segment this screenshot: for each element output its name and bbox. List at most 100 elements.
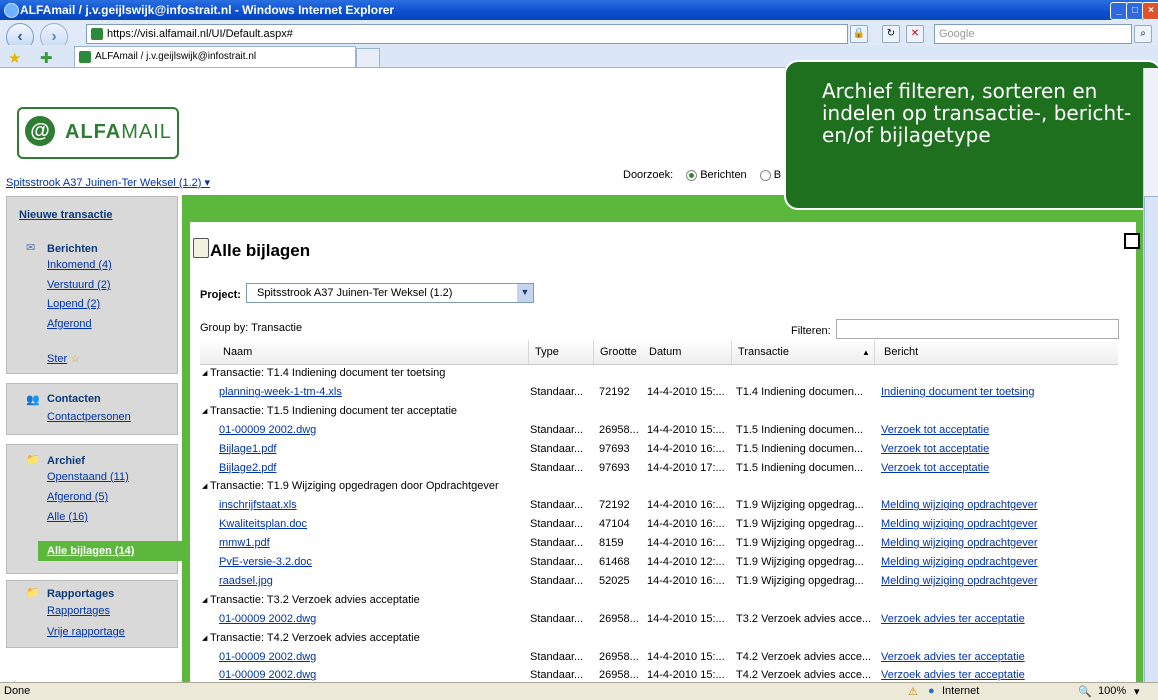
- add-favorite-icon[interactable]: ✚: [40, 49, 53, 67]
- sidebar-item-verstuurd[interactable]: Verstuurd (2): [47, 279, 111, 291]
- table-row[interactable]: Kwaliteitsplan.doc Standaar... 47104 14-4-2…: [200, 515, 1118, 534]
- collapse-icon[interactable]: ◢: [202, 369, 207, 377]
- cell-transactie: T1.5 Indiening documen...: [736, 461, 864, 474]
- cell-datum: 14-4-2010 17:...: [647, 461, 725, 474]
- cell-bericht[interactable]: Verzoek advies ter acceptatie: [881, 669, 1025, 681]
- filter-input[interactable]: [836, 319, 1119, 339]
- cell-bericht[interactable]: Verzoek advies ter acceptatie: [881, 613, 1025, 625]
- popout-icon[interactable]: [1124, 233, 1140, 249]
- cell-naam[interactable]: planning-week-1-tm-4.xls: [219, 386, 342, 398]
- zone-text: Internet: [942, 685, 980, 697]
- cell-type: Standaar...: [530, 423, 584, 436]
- cell-grootte: 97693: [599, 442, 630, 455]
- favorites-star-icon[interactable]: ★: [8, 49, 21, 67]
- search-icon[interactable]: ⌕: [1134, 25, 1152, 43]
- cell-naam[interactable]: raadsel.jpg: [219, 575, 273, 587]
- group-row[interactable]: ◢ Transactie: T1.5 Indiening document te…: [200, 402, 1118, 421]
- cell-naam[interactable]: 01-00009 2002.dwg: [219, 651, 316, 663]
- sidebar-item-alle[interactable]: Alle (16): [47, 511, 88, 523]
- table-row[interactable]: PvE-versie-3.2.doc Standaar... 61468 14-4-2…: [200, 553, 1118, 572]
- cell-bericht[interactable]: Verzoek tot acceptatie: [881, 462, 989, 474]
- chevron-down-icon[interactable]: ▼: [517, 284, 533, 302]
- sidebar-item-vrije-rapportage[interactable]: Vrije rapportage: [47, 626, 125, 638]
- cell-naam[interactable]: 01-00009 2002.dwg: [219, 669, 316, 681]
- collapse-icon[interactable]: ◢: [202, 407, 207, 415]
- group-row[interactable]: ◢ Transactie: T4.2 Verzoek advies accept…: [200, 629, 1118, 648]
- col-datum[interactable]: Datum: [649, 346, 681, 358]
- group-label: Transactie: T1.4 Indiening document ter …: [210, 367, 446, 379]
- table-row[interactable]: inschrijfstaat.xls Standaar... 72192 14-4-2…: [200, 496, 1118, 515]
- cell-bericht[interactable]: Verzoek advies ter acceptatie: [881, 651, 1025, 663]
- table-row[interactable]: raadsel.jpg Standaar... 52025 14-4-2010 16:…: [200, 572, 1118, 591]
- collapse-icon[interactable]: ◢: [202, 482, 207, 490]
- cell-naam[interactable]: Bijlage1.pdf: [219, 443, 277, 455]
- radio-option-b[interactable]: [759, 169, 771, 181]
- sidebar-item-afgerond[interactable]: Afgerond: [47, 318, 92, 330]
- cell-datum: 14-4-2010 15:...: [647, 669, 725, 682]
- table-row[interactable]: mmw1.pdf Standaar... 8159 14-4-2010 16:... T…: [200, 534, 1118, 553]
- cell-bericht[interactable]: Melding wijziging opdrachtgever: [881, 575, 1038, 587]
- cell-bericht[interactable]: Verzoek tot acceptatie: [881, 443, 989, 455]
- collapse-icon[interactable]: ◢: [202, 596, 207, 604]
- project-selector[interactable]: Spitsstrook A37 Juinen-Ter Weksel (1.2) …: [6, 176, 210, 189]
- sidebar-item-alle-bijlagen-label[interactable]: Alle bijlagen (14): [47, 545, 134, 557]
- sidebar-item-contactpersonen[interactable]: Contactpersonen: [47, 411, 131, 423]
- stop-icon[interactable]: ✕: [906, 25, 924, 43]
- sidebar-item-inkomend[interactable]: Inkomend (4): [47, 259, 112, 271]
- cell-grootte: 72192: [599, 385, 630, 398]
- browser-search-input[interactable]: Google: [934, 24, 1132, 44]
- col-transactie[interactable]: Transactie: [738, 346, 789, 358]
- sidebar-item-rapportages[interactable]: Rapportages: [47, 605, 110, 617]
- cell-bericht[interactable]: Indiening document ter toetsing: [881, 386, 1035, 398]
- table-row[interactable]: 01-00009 2002.dwg Standaar... 26958... 14-4…: [200, 421, 1118, 440]
- cell-naam[interactable]: 01-00009 2002.dwg: [219, 613, 316, 625]
- cell-naam[interactable]: 01-00009 2002.dwg: [219, 424, 316, 436]
- group-row[interactable]: ◢ Transactie: T1.9 Wijziging opgedragen …: [200, 477, 1118, 496]
- folder-icon: 📁: [26, 454, 40, 466]
- cell-naam[interactable]: PvE-versie-3.2.doc: [219, 556, 312, 568]
- group-row[interactable]: ◢ Transactie: T3.2 Verzoek advies accept…: [200, 591, 1118, 610]
- cell-naam[interactable]: Bijlage2.pdf: [219, 462, 277, 474]
- sidebar-item-ster[interactable]: Ster ☆: [47, 352, 80, 365]
- col-bericht[interactable]: Bericht: [884, 346, 918, 358]
- address-bar[interactable]: https://visi.alfamail.nl/UI/Default.aspx…: [86, 24, 848, 44]
- cell-bericht[interactable]: Verzoek tot acceptatie: [881, 424, 989, 436]
- zoom-dropdown-icon[interactable]: ▾: [1134, 685, 1140, 698]
- table-row[interactable]: 01-00009 2002.dwg Standaar... 26958... 14-4…: [200, 648, 1118, 667]
- cell-bericht[interactable]: Melding wijziging opdrachtgever: [881, 499, 1038, 511]
- cell-datum: 14-4-2010 12:...: [647, 556, 725, 568]
- cell-grootte: 26958...: [599, 612, 639, 625]
- table-row[interactable]: planning-week-1-tm-4.xls Standaar... 72192…: [200, 383, 1118, 402]
- refresh-icon[interactable]: ↻: [882, 25, 900, 43]
- scrollbar-thumb[interactable]: [1144, 196, 1158, 686]
- search-scope: Doorzoek: Berichten B: [623, 169, 782, 181]
- new-tab-button[interactable]: [356, 48, 380, 68]
- group-label: Transactie: T3.2 Verzoek advies acceptat…: [210, 593, 420, 606]
- browser-tab-active[interactable]: ALFAmail / j.v.geijlswijk@infostrait.nl: [74, 46, 356, 67]
- group-row[interactable]: ◢ Transactie: T1.4 Indiening document te…: [200, 364, 1118, 383]
- cell-bericht[interactable]: Melding wijziging opdrachtgever: [881, 537, 1038, 549]
- close-button[interactable]: ×: [1142, 2, 1158, 20]
- table-row[interactable]: Bijlage2.pdf Standaar... 97693 14-4-2010 17…: [200, 459, 1118, 478]
- zoom-icon[interactable]: 🔍: [1078, 685, 1092, 698]
- col-type[interactable]: Type: [535, 346, 559, 358]
- cell-bericht[interactable]: Melding wijziging opdrachtgever: [881, 556, 1038, 568]
- cell-naam[interactable]: inschrijfstaat.xls: [219, 499, 297, 511]
- sidebar-item-openstaand[interactable]: Openstaand (11): [47, 471, 129, 483]
- zoom-level[interactable]: 100%: [1098, 685, 1126, 697]
- sidebar-item-lopend[interactable]: Lopend (2): [47, 298, 100, 310]
- collapse-icon[interactable]: ◢: [202, 634, 207, 642]
- cell-naam[interactable]: Kwaliteitsplan.doc: [219, 518, 307, 530]
- col-naam[interactable]: Naam: [223, 346, 252, 358]
- radio-berichten[interactable]: [686, 169, 698, 181]
- project-dropdown[interactable]: Spitsstrook A37 Juinen-Ter Weksel (1.2) …: [246, 283, 534, 303]
- table-row[interactable]: Bijlage1.pdf Standaar... 97693 14-4-2010 16…: [200, 440, 1118, 459]
- cell-naam[interactable]: mmw1.pdf: [219, 537, 270, 549]
- cell-bericht[interactable]: Melding wijziging opdrachtgever: [881, 518, 1038, 530]
- new-transaction-link[interactable]: Nieuwe transactie: [19, 209, 113, 221]
- table-row[interactable]: 01-00009 2002.dwg Standaar... 26958... 14-4…: [200, 610, 1118, 629]
- sidebar-item-archief-afgerond[interactable]: Afgerond (5): [47, 491, 108, 503]
- col-grootte[interactable]: Grootte: [600, 346, 637, 358]
- lock-icon[interactable]: 🔒: [850, 25, 868, 43]
- group-label: Transactie: T1.9 Wijziging opgedragen do…: [210, 480, 499, 493]
